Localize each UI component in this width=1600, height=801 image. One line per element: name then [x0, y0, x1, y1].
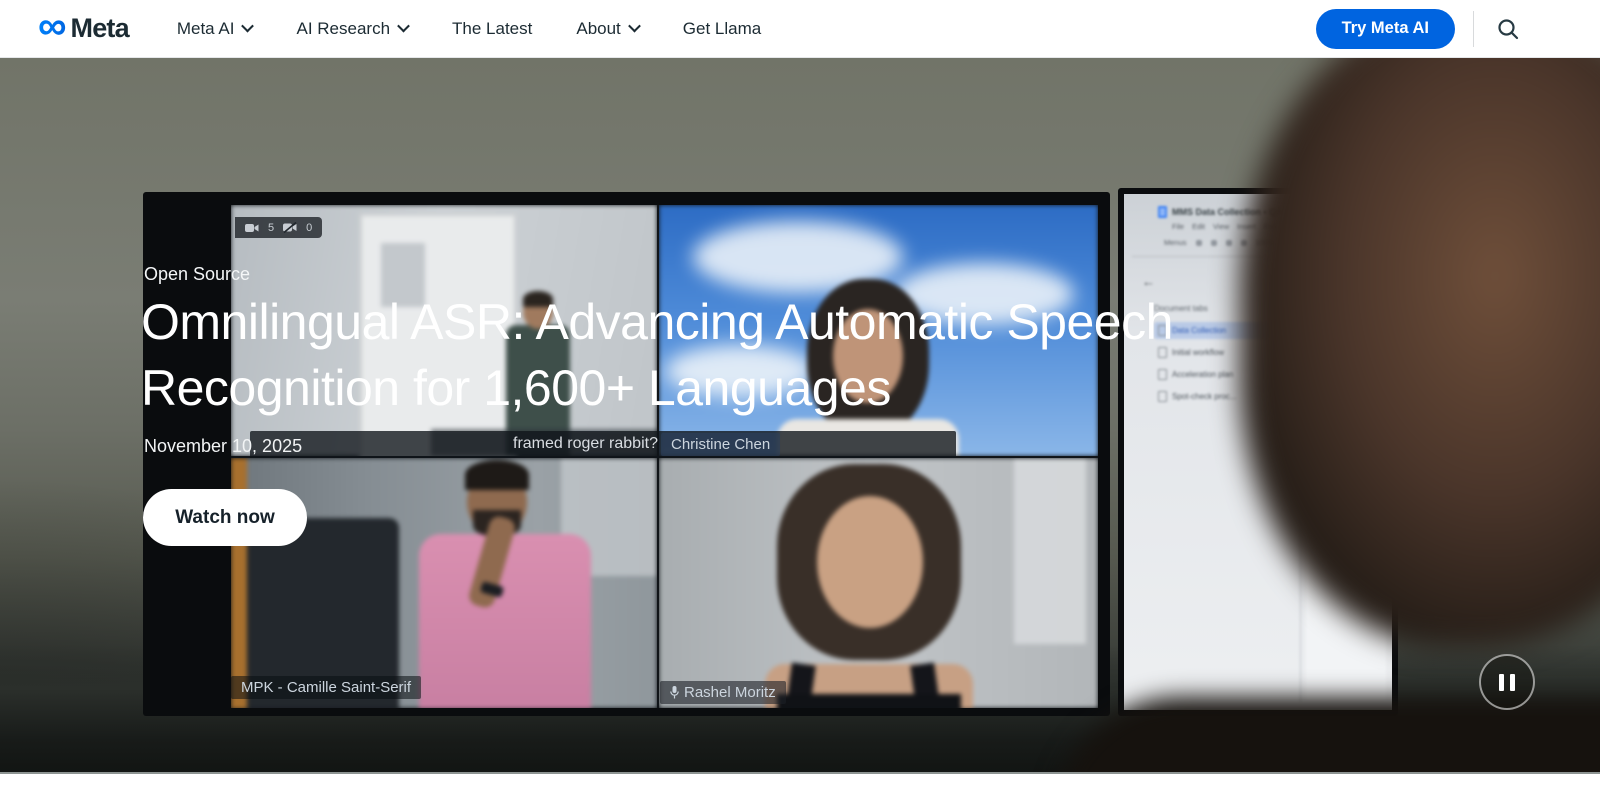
nav-item-label: Meta AI — [176, 18, 235, 38]
top-nav: ∞ Meta Meta AI AI Research The Latest Ab… — [0, 0, 1600, 58]
nav-item-get-llama[interactable]: Get Llama — [683, 19, 761, 39]
eyebrow-label: Open Source — [144, 264, 251, 284]
pause-button[interactable] — [1479, 654, 1535, 710]
nav-item-label: About — [576, 18, 621, 38]
search-icon[interactable] — [1492, 13, 1524, 45]
nav-right: Try Meta AI — [1315, 8, 1600, 49]
nav-divider — [1473, 10, 1474, 47]
nav-item-label: AI Research — [296, 18, 391, 38]
try-meta-ai-button[interactable]: Try Meta AI — [1315, 8, 1455, 49]
nav-item-label: The Latest — [452, 18, 533, 38]
nav-links: Meta AI AI Research The Latest About Get… — [177, 19, 761, 39]
meta-infinity-icon: ∞ — [38, 3, 67, 48]
pause-icon — [1510, 673, 1515, 691]
date-label: November 10, 2025 — [144, 436, 303, 456]
page-title: Omnilingual ASR: Advancing Automatic Spe… — [141, 294, 1173, 416]
chevron-down-icon — [241, 19, 255, 32]
watch-now-label: Watch now — [175, 506, 275, 528]
watch-now-button[interactable]: Watch now — [143, 489, 307, 546]
nav-item-meta-ai[interactable]: Meta AI — [176, 18, 255, 39]
nav-item-label: Get Llama — [682, 18, 762, 38]
hero-video: MMS Data Collection • QA Working Doc Fil… — [0, 57, 1600, 772]
meta-wordmark: Meta — [70, 13, 130, 43]
chevron-down-icon — [627, 19, 641, 32]
meta-logo[interactable]: ∞ Meta — [38, 3, 130, 48]
nav-item-ai-research[interactable]: AI Research — [296, 18, 410, 39]
hero-overlay: Open Source Omnilingual ASR: Advancing A… — [0, 57, 1600, 772]
page-below-strip — [0, 772, 1600, 801]
chevron-down-icon — [397, 19, 410, 32]
pause-icon — [1499, 673, 1504, 691]
nav-item-the-latest[interactable]: The Latest — [452, 19, 532, 39]
try-meta-ai-label: Try Meta AI — [1341, 19, 1429, 37]
nav-item-about[interactable]: About — [576, 18, 641, 39]
page: ∞ Meta Meta AI AI Research The Latest Ab… — [0, 0, 1600, 801]
